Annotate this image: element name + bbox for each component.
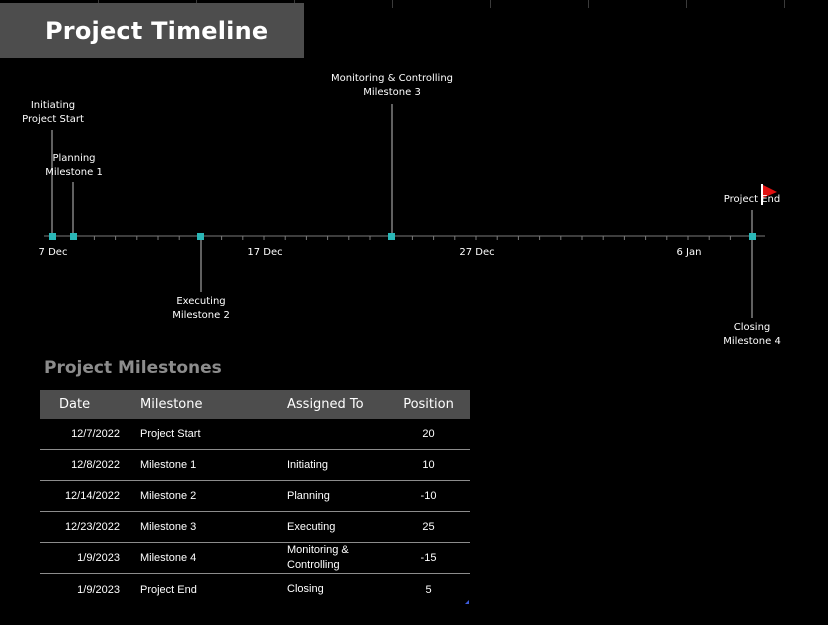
table-row[interactable]: 1/9/2023 Milestone 4 Monitoring & Contro… [40,543,470,574]
cell-milestone[interactable]: Milestone 4 [120,552,287,564]
cell-position[interactable]: 10 [387,459,470,471]
cell-milestone[interactable]: Milestone 1 [120,459,287,471]
cell-date[interactable]: 12/7/2022 [40,428,120,440]
col-header-position[interactable]: Position [387,397,470,412]
date-label-7-dec: 7 Dec [38,247,68,258]
date-label-17-dec: 17 Dec [247,247,283,258]
cell-position[interactable]: 25 [387,521,470,533]
table-row[interactable]: 12/7/2022 Project Start 20 [40,419,470,450]
col-header-milestone[interactable]: Milestone [120,397,287,412]
marker-monitoring[interactable] [388,233,395,240]
label-monitoring: Monitoring & Controlling Milestone 3 [330,73,454,98]
label-closing: Closing Milestone 4 [723,322,781,347]
cell-assigned[interactable]: Closing [287,582,387,597]
date-label-27-dec: 27 Dec [459,247,495,258]
cell-position[interactable]: 5 [387,584,470,596]
cell-date[interactable]: 12/14/2022 [40,490,120,502]
col-header-assigned[interactable]: Assigned To [287,397,387,412]
cell-assigned[interactable]: Planning [287,489,387,504]
cell-assigned[interactable]: Monitoring & Controlling [287,543,387,573]
cell-assigned[interactable]: Executing [287,520,387,535]
label-project-end: Project End [723,194,781,205]
table-row[interactable]: 12/23/2022 Milestone 3 Executing 25 [40,512,470,543]
table-row[interactable]: 12/14/2022 Milestone 2 Planning -10 [40,481,470,512]
marker-planning[interactable] [70,233,77,240]
timeline-chart[interactable] [0,0,828,360]
cell-position[interactable]: -15 [387,552,470,564]
marker-initiating[interactable] [49,233,56,240]
cell-milestone[interactable]: Milestone 2 [120,490,287,502]
marker-executing[interactable] [197,233,204,240]
table-resize-handle[interactable] [465,600,469,604]
timeline-ticks [51,236,753,240]
cell-date[interactable]: 1/9/2023 [40,584,120,596]
cell-date[interactable]: 12/23/2022 [40,521,120,533]
table-header: Date Milestone Assigned To Position [40,390,470,419]
date-label-6-jan: 6 Jan [676,247,702,258]
cell-milestone[interactable]: Project End [120,584,287,596]
milestones-table[interactable]: Date Milestone Assigned To Position 12/7… [40,390,470,605]
cell-position[interactable]: 20 [387,428,470,440]
label-executing: Executing Milestone 2 [172,296,230,321]
cell-position[interactable]: -10 [387,490,470,502]
cell-milestone[interactable]: Project Start [120,428,287,440]
cell-milestone[interactable]: Milestone 3 [120,521,287,533]
table-row[interactable]: 12/8/2022 Milestone 1 Initiating 10 [40,450,470,481]
col-header-date[interactable]: Date [40,397,120,412]
cell-date[interactable]: 1/9/2023 [40,552,120,564]
table-row[interactable]: 1/9/2023 Project End Closing 5 [40,574,470,605]
section-title: Project Milestones [44,358,222,378]
label-planning: Planning Milestone 1 [45,153,103,178]
label-initiating: Initiating Project Start [22,100,84,125]
cell-assigned[interactable]: Initiating [287,458,387,473]
cell-date[interactable]: 12/8/2022 [40,459,120,471]
marker-closing[interactable] [749,233,756,240]
